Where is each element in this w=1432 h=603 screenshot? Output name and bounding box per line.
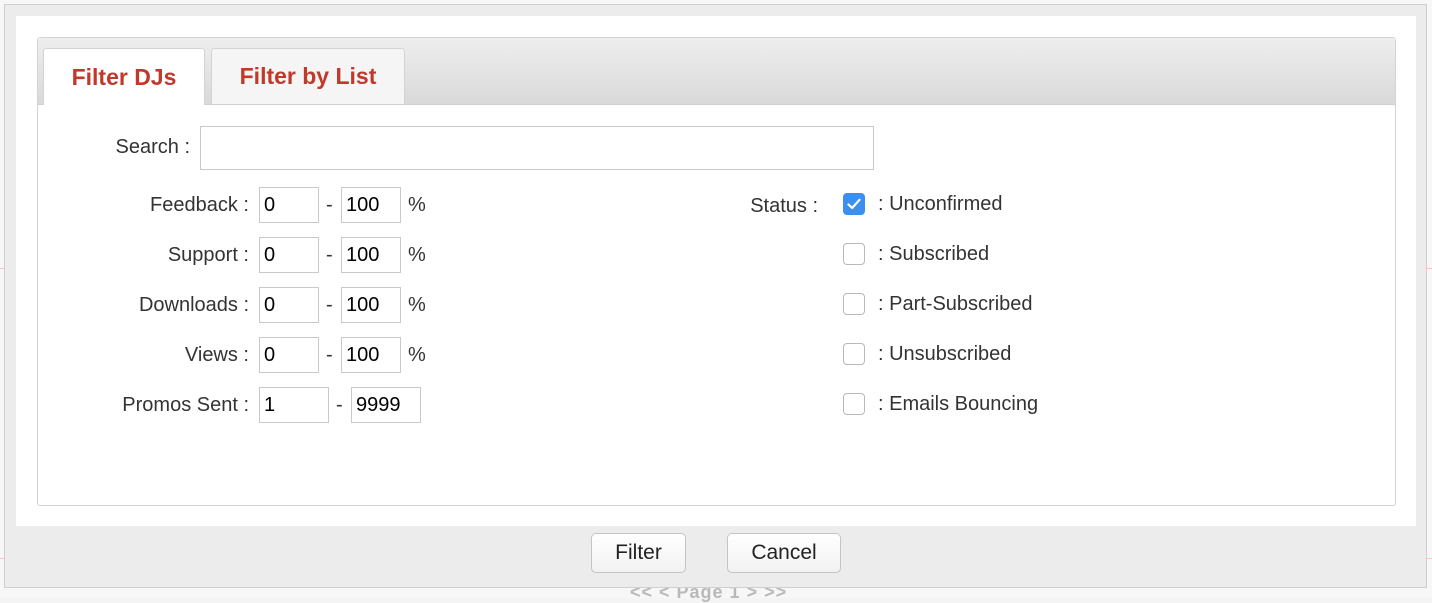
status-checkbox[interactable] xyxy=(843,293,865,315)
range-max-input[interactable] xyxy=(341,287,401,323)
range-dash: - xyxy=(326,294,333,316)
status-option-label: : Subscribed xyxy=(878,243,990,265)
tab-filter-by-list[interactable]: Filter by List xyxy=(211,48,405,104)
status-option-label: : Emails Bouncing xyxy=(878,393,1039,415)
range-label: Views : xyxy=(184,344,249,366)
range-min-input[interactable] xyxy=(259,387,329,423)
search-input[interactable] xyxy=(200,126,874,170)
search-label: Search : xyxy=(115,136,190,158)
range-label: Downloads : xyxy=(138,294,249,316)
status-label: Status : xyxy=(750,195,818,217)
status-checkbox[interactable] xyxy=(843,393,865,415)
filter-button[interactable]: Filter xyxy=(591,533,686,573)
dialog-body: Filter DJs Filter by List Search : Feedb… xyxy=(16,16,1416,526)
tab-filter-djs[interactable]: Filter DJs xyxy=(43,48,205,105)
range-min-input[interactable] xyxy=(259,337,319,373)
range-unit: % xyxy=(408,194,426,216)
cancel-button[interactable]: Cancel xyxy=(727,533,841,573)
range-max-input[interactable] xyxy=(351,387,421,423)
range-unit: % xyxy=(408,244,426,266)
range-dash: - xyxy=(326,344,333,366)
status-checkbox[interactable] xyxy=(843,243,865,265)
range-label: Support : xyxy=(167,244,249,266)
range-max-input[interactable] xyxy=(341,187,401,223)
range-min-input[interactable] xyxy=(259,237,319,273)
range-label: Feedback : xyxy=(150,194,249,216)
checkmark-icon xyxy=(847,198,861,210)
range-unit: % xyxy=(408,344,426,366)
range-dash: - xyxy=(336,394,343,416)
status-checkbox[interactable] xyxy=(843,193,865,215)
range-dash: - xyxy=(326,244,333,266)
range-max-input[interactable] xyxy=(341,337,401,373)
range-unit: % xyxy=(408,294,426,316)
filter-dialog: Filter DJs Filter by List Search : Feedb… xyxy=(4,4,1427,588)
range-min-input[interactable] xyxy=(259,287,319,323)
tab-panel: Filter DJs Filter by List Search : Feedb… xyxy=(37,37,1396,506)
range-label: Promos Sent : xyxy=(122,394,249,416)
status-option-label: : Unconfirmed xyxy=(878,193,1003,215)
range-dash: - xyxy=(326,194,333,216)
status-option-label: : Unsubscribed xyxy=(878,343,1012,365)
range-max-input[interactable] xyxy=(341,237,401,273)
status-option-label: : Part-Subscribed xyxy=(878,293,1033,315)
tab-bar: Filter DJs Filter by List xyxy=(38,38,1395,105)
range-min-input[interactable] xyxy=(259,187,319,223)
status-checkbox[interactable] xyxy=(843,343,865,365)
